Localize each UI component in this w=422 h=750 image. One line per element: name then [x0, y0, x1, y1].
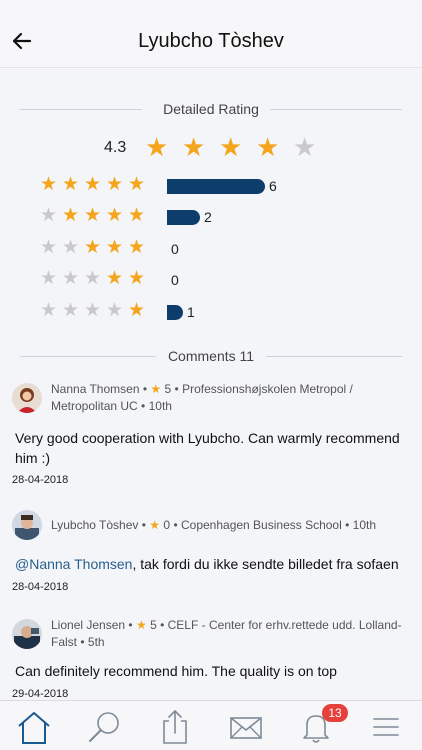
comment-date: 28-04-2018: [12, 581, 69, 593]
menu-icon[interactable]: [366, 707, 406, 747]
star-icon: ★: [62, 174, 80, 195]
avatar[interactable]: [12, 619, 42, 649]
avatar[interactable]: [12, 510, 42, 540]
overall-rating: 4.3 ★ ★ ★ ★ ★: [0, 133, 422, 163]
star-icon: ★: [40, 268, 58, 289]
star-icon: ★: [40, 174, 58, 195]
overall-star-4-icon: ★: [256, 132, 280, 162]
star-icon: ★: [40, 237, 58, 258]
detailed-rating-heading: Detailed Rating: [20, 99, 402, 119]
notification-badge: 13: [322, 704, 348, 722]
search-icon[interactable]: [85, 707, 125, 747]
app-header: Lyubcho Tòshev: [0, 0, 422, 68]
star-icon: ★: [106, 268, 124, 289]
overall-star-3-icon: ★: [219, 132, 243, 162]
star-icon: ★: [84, 237, 102, 258]
overall-star-2-icon: ★: [182, 132, 206, 162]
rating-count-2: 0: [171, 272, 179, 288]
overall-star-1-icon: ★: [145, 132, 169, 162]
comment-text: Can definitely recommend him. The qualit…: [15, 663, 337, 679]
star-icon: ★: [106, 205, 124, 226]
rating-row-2: ★ ★ ★ ★ ★ 0: [40, 269, 400, 289]
rating-count-3: 0: [171, 241, 179, 257]
star-icon: ★: [62, 237, 80, 258]
overall-star-5-icon: ★: [293, 132, 317, 162]
comment-rating: 5: [150, 618, 157, 632]
star-icon: ★: [128, 237, 146, 258]
comment-semester: 10th: [148, 399, 172, 413]
rating-bar-5: [167, 179, 265, 194]
star-icon: ★: [40, 300, 58, 321]
rating-bar-1: [167, 305, 183, 320]
star-icon: ★: [128, 300, 146, 321]
star-icon: ★: [106, 237, 124, 258]
comment-meta: Lionel Jensen • ★ 5 • CELF - Center for …: [51, 618, 402, 649]
star-icon: ★: [128, 268, 146, 289]
overall-rating-value: 4.3: [104, 139, 127, 156]
star-icon: ★: [84, 300, 102, 321]
star-icon: ★: [106, 300, 124, 321]
star-icon: ★: [150, 382, 162, 396]
page-title: Lyubcho Tòshev: [138, 30, 284, 52]
avatar[interactable]: [12, 383, 42, 413]
star-icon: ★: [40, 205, 58, 226]
rating-row-1: ★ ★ ★ ★ ★ 1: [40, 301, 400, 321]
comment-school-cont: Metropolitan UC: [51, 399, 138, 413]
star-icon: ★: [128, 174, 146, 195]
share-icon[interactable]: [155, 707, 195, 747]
comment-school: Professionshøjskolen Metropol /: [182, 382, 353, 396]
comment-rating: 0: [163, 518, 171, 532]
detailed-rating-title: Detailed Rating: [155, 101, 267, 117]
comment-meta: Lyubcho Tòshev • ★ 0 • Copenhagen Busine…: [51, 518, 377, 532]
mail-icon[interactable]: [226, 707, 266, 747]
star-icon: ★: [62, 205, 80, 226]
comment-date: 28-04-2018: [12, 474, 69, 486]
comments-heading: Comments 11: [20, 346, 402, 366]
comment-meta: Nanna Thomsen • ★ 5 • Professionshøjskol…: [51, 382, 353, 413]
comment-date: 29-04-2018: [12, 688, 69, 700]
tab-bar: 13: [0, 700, 422, 750]
comment-semester: 5th: [87, 635, 105, 649]
star-icon: ★: [128, 205, 146, 226]
rating-bar-4: [167, 210, 200, 225]
rating-row-5: ★ ★ ★ ★ ★ 6: [40, 175, 400, 195]
star-icon: ★: [62, 268, 80, 289]
star-icon: ★: [135, 618, 147, 632]
comment-mention-link[interactable]: @Nanna Thomsen: [15, 556, 132, 572]
comments-title: Comments 11: [159, 348, 263, 364]
star-icon: ★: [149, 518, 161, 532]
rating-count-4: 2: [204, 209, 212, 225]
comment-text-body: , tak fordi du ikke sendte billedet fra …: [132, 556, 399, 572]
star-icon: ★: [84, 205, 102, 226]
comment-text: Very good cooperation with Lyubcho. Can …: [15, 430, 400, 466]
comment-text: @Nanna Thomsen, tak fordi du ikke sendte…: [15, 554, 404, 574]
comment-semester: 10th: [352, 518, 377, 532]
star-icon: ★: [84, 174, 102, 195]
rating-count-5: 6: [269, 178, 277, 194]
content-area[interactable]: Detailed Rating 4.3 ★ ★ ★ ★ ★ ★ ★ ★ ★ ★ …: [0, 69, 422, 700]
star-icon: ★: [62, 300, 80, 321]
comment-school: CELF - Center for erhv.rettede udd.: [167, 618, 356, 632]
star-icon: ★: [106, 174, 124, 195]
rating-row-4: ★ ★ ★ ★ ★ 2: [40, 206, 400, 226]
comment-author[interactable]: Nanna Thomsen: [51, 382, 140, 396]
home-icon[interactable]: [14, 707, 54, 747]
rating-count-1: 1: [187, 304, 195, 320]
comment-author[interactable]: Lyubcho Tòshev: [51, 518, 138, 532]
star-icon: ★: [84, 268, 102, 289]
comment-rating: 5: [164, 382, 172, 396]
rating-row-3: ★ ★ ★ ★ ★ 0: [40, 238, 400, 258]
comment-author[interactable]: Lionel Jensen: [51, 618, 125, 632]
comment-school: Copenhagen Business School: [180, 518, 342, 532]
